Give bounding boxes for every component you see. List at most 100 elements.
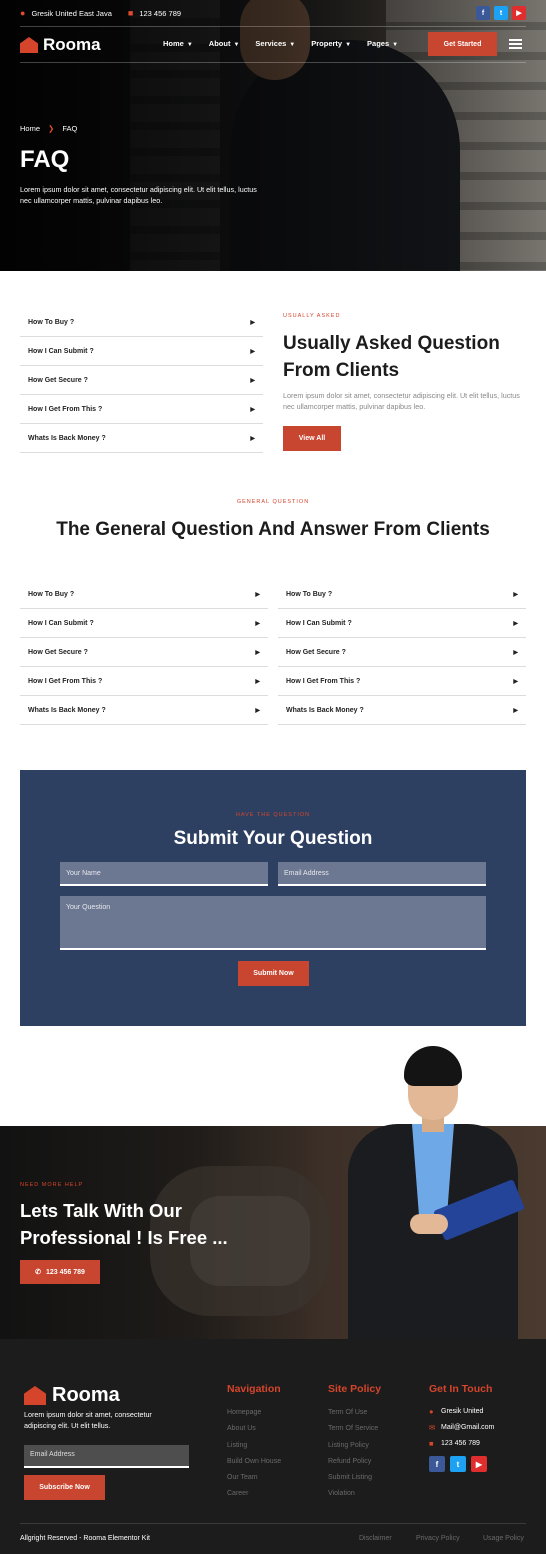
faq-item[interactable]: How Get Secure ? ▶ — [20, 638, 268, 667]
chevron-down-icon: ▼ — [345, 42, 352, 48]
name-input[interactable]: Your Name — [60, 862, 268, 886]
nav-item-home[interactable]: Home ▼ — [163, 39, 193, 48]
caret-right-icon: ▶ — [255, 707, 260, 714]
envelope-icon: ✉ — [429, 1422, 436, 1432]
footer-policy-link[interactable]: Violation — [328, 1486, 378, 1502]
chevron-down-icon: ▼ — [186, 42, 193, 48]
footer-nav-title: Navigation — [227, 1383, 281, 1395]
faq-item[interactable]: How I Get From This ? ▶ — [278, 667, 526, 696]
topbar: ● Gresik United East Java ■ 123 456 789 … — [20, 6, 526, 20]
caret-right-icon: ▶ — [513, 620, 518, 627]
breadcrumb-current: FAQ — [62, 124, 78, 133]
faq-item[interactable]: How I Can Submit ? ▶ — [278, 609, 526, 638]
facebook-icon[interactable]: f — [429, 1456, 445, 1472]
chevron-down-icon: ▼ — [233, 42, 240, 48]
facebook-icon[interactable]: f — [476, 6, 490, 20]
caret-right-icon: ▶ — [513, 649, 518, 656]
faq-item[interactable]: How I Can Submit ? ▶ — [20, 337, 263, 366]
youtube-icon[interactable]: ▶ — [512, 6, 526, 20]
house-logo-icon — [24, 1386, 46, 1405]
footer-contact-title: Get In Touch — [429, 1383, 493, 1395]
view-all-button[interactable]: View All — [283, 426, 341, 451]
question-form: HAVE THE QUESTION Submit Your Question Y… — [20, 770, 526, 1026]
footer-nav-link[interactable]: About Us — [227, 1421, 281, 1437]
faq-item[interactable]: How To Buy ? ▶ — [20, 580, 268, 609]
caret-right-icon: ▶ — [255, 678, 260, 685]
footer-logo[interactable]: Rooma — [24, 1384, 120, 1407]
footer-email-input[interactable]: Email Address — [24, 1445, 189, 1468]
nav-item-pages[interactable]: Pages ▼ — [367, 39, 398, 48]
caret-right-icon: ▶ — [250, 377, 255, 384]
general-heading: The General Question And Answer From Cli… — [56, 519, 490, 540]
footer-policy-link[interactable]: Term Of Service — [328, 1421, 378, 1437]
caret-right-icon: ▶ — [250, 319, 255, 326]
usual-eyebrow: USUALLY ASKED — [283, 313, 341, 319]
footer-policy-link[interactable]: Submit Listing — [328, 1470, 378, 1486]
faq-item[interactable]: Whats Is Back Money ? ▶ — [20, 696, 268, 725]
caret-right-icon: ▶ — [255, 620, 260, 627]
footer-policy-list: Term Of Use Term Of Service Listing Poli… — [328, 1405, 378, 1503]
footer-nav-link[interactable]: Our Team — [227, 1470, 281, 1486]
header-divider — [20, 62, 526, 63]
nav-item-property[interactable]: Property ▼ — [311, 39, 351, 48]
caret-right-icon: ▶ — [250, 406, 255, 413]
faq-item[interactable]: How To Buy ? ▶ — [20, 308, 263, 337]
get-started-button[interactable]: Get Started — [428, 32, 497, 56]
call-button[interactable]: ✆ 123 456 789 — [20, 1260, 100, 1284]
footer-contact-email[interactable]: ✉ Mail@Gmail.com — [429, 1419, 494, 1435]
nav-item-about[interactable]: About ▼ — [209, 39, 240, 48]
faq-item[interactable]: How Get Secure ? ▶ — [20, 366, 263, 395]
person-hand — [410, 1214, 448, 1234]
brand-logo[interactable]: Rooma — [20, 35, 101, 55]
question-textarea[interactable]: Your Question — [60, 896, 486, 950]
phone-icon: ■ — [429, 1439, 434, 1449]
copyright-text: Allgright Reserved - Rooma Elementor Kit — [20, 1535, 150, 1542]
subscribe-button[interactable]: Subscribe Now — [24, 1475, 105, 1500]
topbar-location: Gresik United East Java — [31, 8, 112, 18]
footer-nav-link[interactable]: Listing — [227, 1438, 281, 1454]
privacy-policy-link[interactable]: Privacy Policy — [416, 1535, 460, 1542]
faq-item[interactable]: Whats Is Back Money ? ▶ — [20, 424, 263, 453]
footer-contact-list: ● Gresik United ✉ Mail@Gmail.com ■ 123 456 … — [429, 1403, 494, 1452]
topbar-social: f t ▶ — [476, 6, 526, 20]
footer-policy-link[interactable]: Listing Policy — [328, 1438, 378, 1454]
footer-nav-link[interactable]: Career — [227, 1486, 281, 1502]
footer-nav-link[interactable]: Build Own House — [227, 1454, 281, 1470]
footer-policy-link[interactable]: Refund Policy — [328, 1454, 378, 1470]
phone-icon: ■ — [127, 8, 134, 18]
footer-divider — [20, 1523, 526, 1524]
disclaimer-link[interactable]: Disclaimer — [359, 1535, 392, 1542]
email-input[interactable]: Email Address — [278, 862, 486, 886]
submit-now-button[interactable]: Submit Now — [238, 961, 309, 986]
footer-social: f t ▶ — [429, 1456, 487, 1472]
nav-item-services[interactable]: Services ▼ — [255, 39, 295, 48]
topbar-phone[interactable]: 123 456 789 — [139, 9, 181, 18]
general-eyebrow: GENERAL QUESTION — [236, 499, 310, 505]
footer-contact-location: ● Gresik United — [429, 1406, 484, 1416]
breadcrumb-home[interactable]: Home — [20, 124, 40, 133]
hamburger-icon[interactable] — [509, 39, 522, 49]
twitter-icon[interactable]: t — [494, 6, 508, 20]
faq-item[interactable]: How I Get From This ? ▶ — [20, 395, 263, 424]
youtube-icon[interactable]: ▶ — [471, 1456, 487, 1472]
cta-eyebrow: NEED MORE HELP — [20, 1182, 84, 1188]
caret-right-icon: ▶ — [513, 591, 518, 598]
faq-item[interactable]: Whats Is Back Money ? ▶ — [278, 696, 526, 725]
footer-brand-name: Rooma — [52, 1384, 120, 1406]
caret-right-icon: ▶ — [255, 649, 260, 656]
faq-item[interactable]: How To Buy ? ▶ — [278, 580, 526, 609]
footer-policy-link[interactable]: Term Of Use — [328, 1405, 378, 1421]
caret-right-icon: ▶ — [255, 591, 260, 598]
faq-item[interactable]: How Get Secure ? ▶ — [278, 638, 526, 667]
footer-nav-link[interactable]: Homepage — [227, 1405, 281, 1421]
footer-policy-title: Site Policy — [328, 1383, 382, 1395]
faq-item[interactable]: How I Get From This ? ▶ — [20, 667, 268, 696]
map-pin-icon: ● — [20, 8, 26, 18]
form-heading: Submit Your Question — [173, 828, 373, 849]
footer-contact-phone[interactable]: ■ 123 456 789 — [429, 1436, 494, 1452]
usage-policy-link[interactable]: Usage Policy — [483, 1535, 524, 1542]
twitter-icon[interactable]: t — [450, 1456, 466, 1472]
caret-right-icon: ▶ — [513, 678, 518, 685]
faq-item[interactable]: How I Can Submit ? ▶ — [20, 609, 268, 638]
footer-nav-list: Homepage About Us Listing Build Own Hous… — [227, 1405, 281, 1503]
